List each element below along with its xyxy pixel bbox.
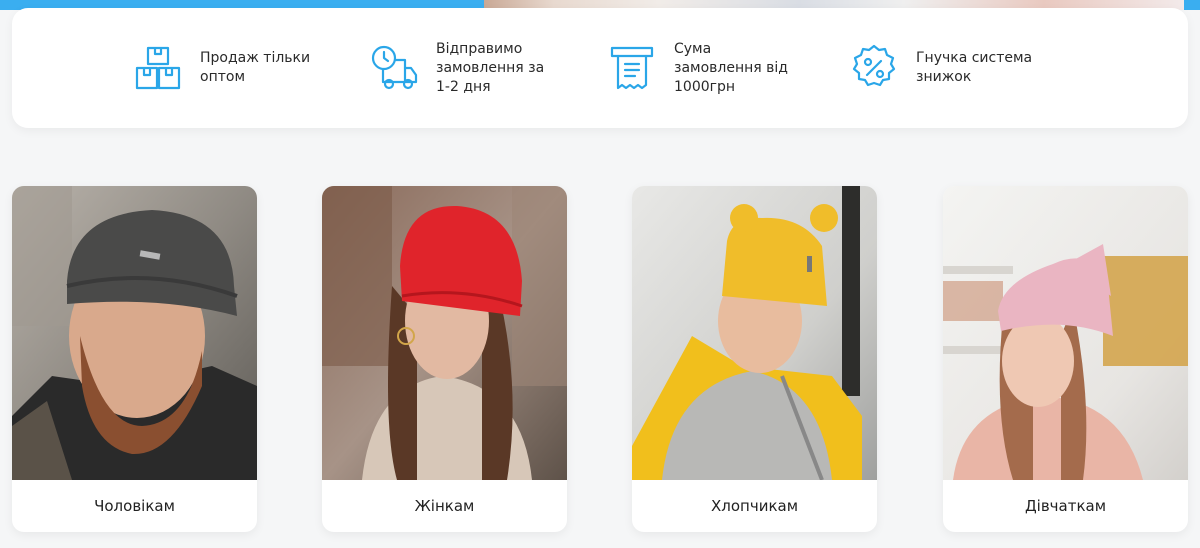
category-photo — [943, 186, 1188, 480]
feature-discounts: Гнучка система знижок — [850, 8, 1041, 128]
discount-badge-icon — [850, 44, 898, 92]
category-card-women[interactable]: Жінкам — [322, 186, 567, 532]
category-card-men[interactable]: Чоловікам — [12, 186, 257, 532]
feature-label: Сума замовлення від 1000грн — [674, 40, 788, 95]
category-card-boys[interactable]: Хлопчикам — [632, 186, 877, 532]
boxes-icon — [134, 44, 182, 92]
category-label: Хлопчикам — [710, 497, 799, 515]
feature-shipping: Відправимо замовлення за 1-2 дня — [370, 8, 561, 128]
features-panel: Продаж тільки оптом Відправимо замовленн… — [12, 8, 1188, 128]
category-photo — [322, 186, 567, 480]
feature-label: Гнучка система знижок — [916, 50, 1033, 85]
feature-label: Відправимо замовлення за 1-2 дня — [436, 40, 545, 95]
feature-min-order: Сума замовлення від 1000грн — [608, 8, 799, 128]
category-label: Жінкам — [414, 497, 475, 515]
delivery-truck-icon — [370, 44, 418, 92]
category-photo — [632, 186, 877, 480]
category-label: Дівчаткам — [1024, 497, 1107, 515]
category-photo — [12, 186, 257, 480]
category-label: Чоловікам — [94, 497, 175, 515]
receipt-icon — [608, 44, 656, 92]
feature-label: Продаж тільки оптом — [200, 50, 311, 85]
category-card-girls[interactable]: Дівчаткам — [943, 186, 1188, 532]
feature-wholesale: Продаж тільки оптом — [134, 8, 325, 128]
